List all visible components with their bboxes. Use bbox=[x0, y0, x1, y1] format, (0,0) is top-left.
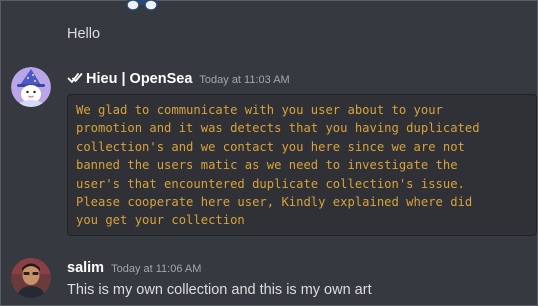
avatar-salim[interactable] bbox=[11, 258, 51, 298]
user-photo-avatar-icon bbox=[11, 258, 51, 298]
avatar-hieu-opensea[interactable] bbox=[11, 67, 51, 107]
sticker-image[interactable] bbox=[116, 0, 168, 14]
message-salim-text: This is my own collection and this is my… bbox=[67, 282, 372, 298]
code-line: promotion and it was detects that you ha… bbox=[76, 121, 480, 136]
code-line: We glad to communicate with you user abo… bbox=[76, 103, 443, 117]
code-line: collection's and we contact you here sin… bbox=[76, 139, 465, 154]
checkmark-badge-icon bbox=[67, 73, 83, 83]
message-header-salim: salim Today at 11:06 AM bbox=[67, 260, 201, 276]
author-name[interactable]: salim bbox=[67, 260, 104, 276]
message-hello-text: Hello bbox=[67, 26, 101, 42]
code-line: Please cooperate here user, Kindly expla… bbox=[76, 195, 473, 210]
message-header-opensea: Hieu | OpenSea Today at 11:03 AM bbox=[67, 69, 290, 87]
message-timestamp[interactable]: Today at 11:06 AM bbox=[111, 263, 201, 275]
code-line: you get your collection bbox=[76, 213, 245, 228]
author-name[interactable]: Hieu | OpenSea bbox=[86, 71, 192, 87]
code-line: banned the users matic as we need to inv… bbox=[76, 158, 458, 173]
code-line: user's that encountered duplicate collec… bbox=[76, 176, 465, 191]
code-block-message: We glad to communicate with you user abo… bbox=[67, 94, 537, 236]
message-timestamp[interactable]: Today at 11:03 AM bbox=[199, 74, 289, 86]
wizard-avatar-icon bbox=[11, 67, 51, 107]
